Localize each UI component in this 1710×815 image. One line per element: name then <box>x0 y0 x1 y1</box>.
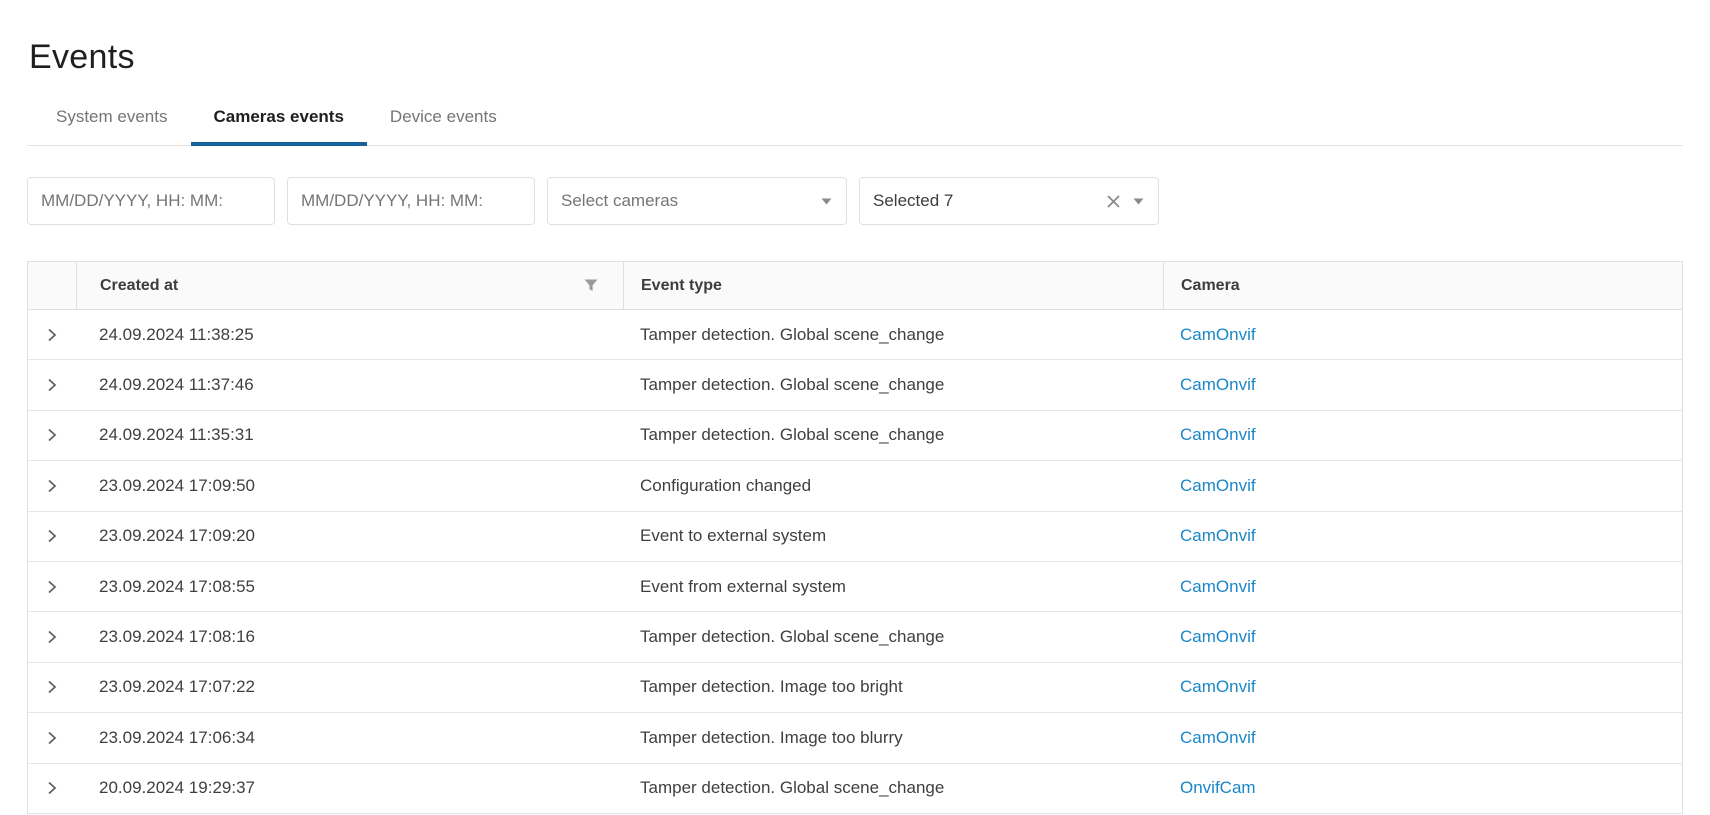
chevron-right-icon[interactable] <box>44 629 60 645</box>
chevron-right-icon[interactable] <box>44 579 60 595</box>
table-row: 23.09.2024 17:09:20 Event to external sy… <box>28 512 1682 562</box>
camera-link[interactable]: CamOnvif <box>1180 425 1256 444</box>
table-row: 24.09.2024 11:38:25 Tamper detection. Gl… <box>28 310 1682 360</box>
caret-down-icon[interactable] <box>1133 198 1144 205</box>
table-row: 24.09.2024 11:35:31 Tamper detection. Gl… <box>28 411 1682 461</box>
row-event-type: Configuration changed <box>623 476 1163 496</box>
row-event-type: Event to external system <box>623 526 1163 546</box>
row-created-at: 24.09.2024 11:35:31 <box>76 425 623 445</box>
table-body: 24.09.2024 11:38:25 Tamper detection. Gl… <box>28 310 1682 814</box>
chevron-right-icon[interactable] <box>44 478 60 494</box>
row-camera-cell: CamOnvif <box>1163 325 1682 345</box>
chevron-right-icon[interactable] <box>44 730 60 746</box>
events-table: Created at Event type Camera 24.09.2024 … <box>27 261 1683 814</box>
table-row: 23.09.2024 17:06:34 Tamper detection. Im… <box>28 713 1682 763</box>
header-created-at-label: Created at <box>100 277 178 295</box>
camera-link[interactable]: CamOnvif <box>1180 728 1256 747</box>
camera-selected-value: Selected 7 <box>873 191 953 211</box>
filters-bar: Select cameras Selected 7 <box>27 177 1683 225</box>
chevron-right-icon[interactable] <box>44 780 60 796</box>
row-created-at: 24.09.2024 11:37:46 <box>76 375 623 395</box>
camera-link[interactable]: CamOnvif <box>1180 375 1256 394</box>
row-event-type: Tamper detection. Global scene_change <box>623 325 1163 345</box>
row-expand-cell <box>28 780 76 796</box>
header-expand-column <box>28 262 76 309</box>
row-expand-cell <box>28 427 76 443</box>
table-row: 20.09.2024 19:29:37 Tamper detection. Gl… <box>28 764 1682 814</box>
row-event-type: Tamper detection. Global scene_change <box>623 627 1163 647</box>
page-title: Events <box>29 38 1710 77</box>
row-event-type: Tamper detection. Global scene_change <box>623 375 1163 395</box>
header-camera-label: Camera <box>1181 277 1240 295</box>
row-expand-cell <box>28 629 76 645</box>
row-camera-cell: CamOnvif <box>1163 375 1682 395</box>
chevron-right-icon[interactable] <box>44 327 60 343</box>
row-expand-cell <box>28 679 76 695</box>
funnel-icon[interactable] <box>584 279 598 292</box>
row-expand-cell <box>28 579 76 595</box>
clear-x-icon[interactable] <box>1106 194 1121 209</box>
chevron-right-icon[interactable] <box>44 679 60 695</box>
header-event-type-label: Event type <box>641 277 722 295</box>
row-camera-cell: CamOnvif <box>1163 476 1682 496</box>
table-row: 23.09.2024 17:09:50 Configuration change… <box>28 461 1682 511</box>
chevron-right-icon[interactable] <box>44 377 60 393</box>
chevron-right-icon[interactable] <box>44 427 60 443</box>
row-expand-cell <box>28 478 76 494</box>
tab-cameras-events[interactable]: Cameras events <box>191 107 367 146</box>
tab-device-events[interactable]: Device events <box>367 107 520 146</box>
chevron-right-icon[interactable] <box>44 528 60 544</box>
table-header-row: Created at Event type Camera <box>28 262 1682 310</box>
row-event-type: Tamper detection. Image too bright <box>623 677 1163 697</box>
camera-link[interactable]: CamOnvif <box>1180 577 1256 596</box>
row-created-at: 23.09.2024 17:09:20 <box>76 526 623 546</box>
row-camera-cell: CamOnvif <box>1163 677 1682 697</box>
table-row: 23.09.2024 17:07:22 Tamper detection. Im… <box>28 663 1682 713</box>
tabs-bar: System events Cameras events Device even… <box>27 107 1683 146</box>
row-created-at: 23.09.2024 17:08:55 <box>76 577 623 597</box>
row-camera-cell: CamOnvif <box>1163 425 1682 445</box>
camera-link[interactable]: CamOnvif <box>1180 677 1256 696</box>
camera-select-dropdown[interactable]: Select cameras <box>547 177 847 225</box>
row-camera-cell: CamOnvif <box>1163 728 1682 748</box>
row-created-at: 23.09.2024 17:09:50 <box>76 476 623 496</box>
caret-down-icon[interactable] <box>821 198 832 205</box>
header-created-at: Created at <box>76 262 623 309</box>
row-expand-cell <box>28 730 76 746</box>
row-event-type: Tamper detection. Image too blurry <box>623 728 1163 748</box>
camera-selected-dropdown[interactable]: Selected 7 <box>859 177 1159 225</box>
camera-link[interactable]: OnvifCam <box>1180 778 1256 797</box>
table-row: 23.09.2024 17:08:55 Event from external … <box>28 562 1682 612</box>
camera-link[interactable]: CamOnvif <box>1180 526 1256 545</box>
row-created-at: 20.09.2024 19:29:37 <box>76 778 623 798</box>
row-camera-cell: CamOnvif <box>1163 627 1682 647</box>
table-row: 23.09.2024 17:08:16 Tamper detection. Gl… <box>28 612 1682 662</box>
tab-system-events[interactable]: System events <box>33 107 191 146</box>
date-to-input[interactable] <box>287 177 535 225</box>
row-created-at: 24.09.2024 11:38:25 <box>76 325 623 345</box>
row-expand-cell <box>28 377 76 393</box>
row-event-type: Tamper detection. Global scene_change <box>623 778 1163 798</box>
row-expand-cell <box>28 327 76 343</box>
row-camera-cell: CamOnvif <box>1163 526 1682 546</box>
camera-link[interactable]: CamOnvif <box>1180 476 1256 495</box>
row-created-at: 23.09.2024 17:06:34 <box>76 728 623 748</box>
row-camera-cell: OnvifCam <box>1163 778 1682 798</box>
camera-select-placeholder: Select cameras <box>561 191 678 211</box>
header-event-type: Event type <box>623 262 1163 309</box>
row-event-type: Tamper detection. Global scene_change <box>623 425 1163 445</box>
events-page: Events System events Cameras events Devi… <box>0 38 1710 815</box>
camera-link[interactable]: CamOnvif <box>1180 627 1256 646</box>
table-row: 24.09.2024 11:37:46 Tamper detection. Gl… <box>28 360 1682 410</box>
row-expand-cell <box>28 528 76 544</box>
row-event-type: Event from external system <box>623 577 1163 597</box>
row-created-at: 23.09.2024 17:07:22 <box>76 677 623 697</box>
camera-link[interactable]: CamOnvif <box>1180 325 1256 344</box>
row-created-at: 23.09.2024 17:08:16 <box>76 627 623 647</box>
header-camera: Camera <box>1163 262 1682 309</box>
row-camera-cell: CamOnvif <box>1163 577 1682 597</box>
date-from-input[interactable] <box>27 177 275 225</box>
